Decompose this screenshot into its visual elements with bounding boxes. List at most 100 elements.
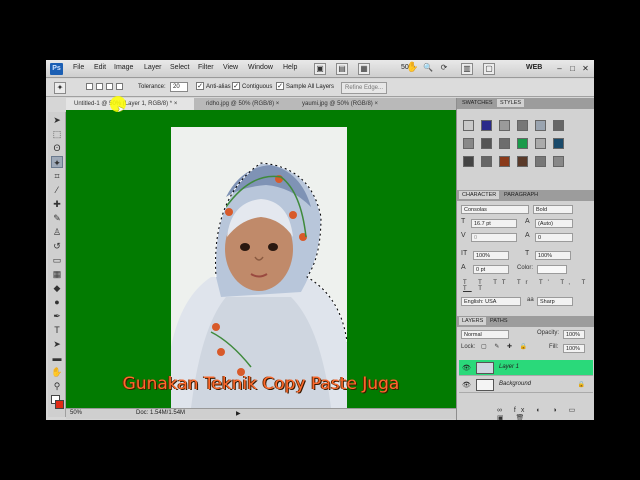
style-swatch[interactable] — [463, 156, 474, 167]
tracking-input[interactable]: 0 — [535, 233, 573, 242]
fill-input[interactable]: 100% — [563, 344, 585, 353]
style-swatch[interactable] — [535, 120, 546, 131]
language-dropdown[interactable]: English: USA — [461, 297, 521, 306]
font-style-dropdown[interactable]: Bold — [533, 205, 573, 214]
style-swatch[interactable] — [553, 138, 564, 149]
text-color-swatch[interactable] — [537, 265, 567, 274]
menu-file[interactable]: File — [73, 64, 84, 71]
document-canvas[interactable] — [171, 127, 347, 408]
magic-wand-tool-icon[interactable]: ✦ — [51, 156, 63, 168]
tab-untitled-1[interactable]: Untitled-1 @ 50% (Layer 1, RGB/8) * × — [66, 98, 194, 110]
marquee-tool-icon[interactable]: ⬚ — [51, 128, 63, 140]
style-swatch[interactable] — [481, 138, 492, 149]
tab-styles[interactable]: STYLES — [497, 99, 525, 107]
style-swatch[interactable] — [463, 138, 474, 149]
anti-alias-dropdown[interactable]: Sharp — [537, 297, 573, 306]
layer-panel-buttons[interactable]: ∞ fx ◐ ◑ ▭ ▣ 🗑 — [497, 406, 594, 420]
vertical-scale-input[interactable]: 100% — [473, 251, 509, 260]
mini-bridge-icon[interactable]: ▤ — [336, 63, 348, 75]
extras-icon[interactable]: ▦ — [358, 63, 370, 75]
add-selection-icon[interactable] — [96, 83, 103, 90]
blur-tool-icon[interactable]: ◆ — [51, 282, 63, 294]
new-selection-icon[interactable] — [86, 83, 93, 90]
move-tool-icon[interactable]: ➤ — [51, 114, 63, 126]
style-swatch[interactable] — [553, 156, 564, 167]
workspace-switcher[interactable]: WEB — [526, 64, 542, 71]
minimize-button[interactable]: – — [554, 63, 565, 74]
screen-mode-icon[interactable]: ▢ — [483, 63, 495, 75]
contiguous-checkbox[interactable]: ✓ — [232, 82, 240, 90]
style-swatch[interactable] — [499, 138, 510, 149]
shape-tool-icon[interactable]: ▬ — [51, 352, 63, 364]
menu-view[interactable]: View — [223, 64, 238, 71]
tolerance-input[interactable]: 20 — [170, 82, 188, 92]
style-swatch[interactable] — [535, 138, 546, 149]
intersect-selection-icon[interactable] — [116, 83, 123, 90]
faux-style-buttons[interactable]: T T TT Tr T' T, T T T — [463, 280, 594, 292]
arrange-documents-icon[interactable]: ▥ — [461, 63, 473, 75]
gradient-tool-icon[interactable]: ▦ — [51, 268, 63, 280]
zoom-tool-icon[interactable]: ⚲ — [51, 380, 63, 392]
kerning-input[interactable]: 0 — [471, 233, 517, 242]
tab-yaumi[interactable]: yaumi.jpg @ 50% (RGB/8) × — [294, 98, 394, 110]
status-zoom[interactable]: 50% — [70, 410, 82, 416]
style-swatch[interactable] — [553, 120, 564, 131]
close-button[interactable]: ✕ — [580, 63, 591, 74]
menu-image[interactable]: Image — [114, 64, 133, 71]
maximize-button[interactable]: □ — [567, 63, 578, 74]
visibility-eye-icon[interactable]: 👁 — [462, 381, 471, 389]
style-swatch[interactable] — [517, 138, 528, 149]
pen-tool-icon[interactable]: ✒ — [51, 310, 63, 322]
dodge-tool-icon[interactable]: ● — [51, 296, 63, 308]
tab-swatches[interactable]: SWATCHES — [459, 99, 496, 107]
tab-close-icon[interactable]: × — [174, 101, 178, 107]
opacity-input[interactable]: 100% — [563, 330, 585, 339]
canvas-area[interactable]: Gunakan Teknik Copy Paste Juga — [66, 110, 456, 408]
blend-mode-dropdown[interactable]: Normal — [461, 330, 509, 339]
style-swatch[interactable] — [517, 120, 528, 131]
menu-select[interactable]: Select — [170, 64, 189, 71]
layer-row-background[interactable]: 👁 Background 🔒 — [459, 377, 593, 393]
healing-brush-tool-icon[interactable]: ✚ — [51, 198, 63, 210]
refine-edge-button[interactable]: Refine Edge... — [341, 82, 387, 94]
tab-close-icon[interactable]: × — [374, 101, 378, 107]
foreground-color-swatch[interactable] — [55, 400, 64, 409]
lock-icons[interactable]: ▢ ✎ ✚ 🔒 — [481, 343, 530, 350]
history-brush-tool-icon[interactable]: ↺ — [51, 240, 63, 252]
magic-wand-tool-preset-icon[interactable]: ✦ — [54, 82, 66, 94]
horizontal-scale-input[interactable]: 100% — [535, 251, 571, 260]
status-arrow-icon[interactable]: ▶ — [236, 410, 241, 417]
layer-row-layer-1[interactable]: 👁 Layer 1 — [459, 360, 593, 376]
zoom-tool-icon[interactable]: 🔍 — [422, 63, 434, 75]
font-family-dropdown[interactable]: Consolas — [461, 205, 529, 214]
baseline-shift-input[interactable]: 0 pt — [473, 265, 509, 274]
rotate-view-icon[interactable]: ⟳ — [438, 63, 450, 75]
menu-window[interactable]: Window — [248, 64, 273, 71]
tab-paragraph[interactable]: PARAGRAPH — [501, 191, 541, 199]
font-size-input[interactable]: 16.7 pt — [471, 219, 517, 228]
path-selection-tool-icon[interactable]: ➤ — [51, 338, 63, 350]
eyedropper-tool-icon[interactable]: ⁄ — [51, 184, 63, 196]
tab-layers[interactable]: LAYERS — [459, 317, 487, 325]
hand-tool-icon[interactable]: ✋ — [406, 63, 418, 75]
tab-ridho[interactable]: ridho.jpg @ 50% (RGB/8) × — [198, 98, 294, 110]
tab-paths[interactable]: PATHS — [487, 317, 511, 325]
style-swatch[interactable] — [535, 156, 546, 167]
anti-alias-checkbox[interactable]: ✓ — [196, 82, 204, 90]
style-swatch[interactable] — [481, 120, 492, 131]
eraser-tool-icon[interactable]: ▭ — [51, 254, 63, 266]
style-swatch[interactable] — [499, 156, 510, 167]
style-swatch[interactable] — [499, 120, 510, 131]
style-swatch[interactable] — [481, 156, 492, 167]
type-tool-icon[interactable]: T — [51, 324, 63, 336]
menu-help[interactable]: Help — [283, 64, 297, 71]
clone-stamp-tool-icon[interactable]: ♙ — [51, 226, 63, 238]
style-swatch[interactable] — [463, 120, 474, 131]
hand-tool-icon[interactable]: ✋ — [51, 366, 63, 378]
leading-input[interactable]: (Auto) — [535, 219, 573, 228]
tab-close-icon[interactable]: × — [276, 101, 280, 107]
menu-layer[interactable]: Layer — [144, 64, 162, 71]
sample-all-layers-checkbox[interactable]: ✓ — [276, 82, 284, 90]
visibility-eye-icon[interactable]: 👁 — [462, 364, 471, 372]
menu-filter[interactable]: Filter — [198, 64, 214, 71]
